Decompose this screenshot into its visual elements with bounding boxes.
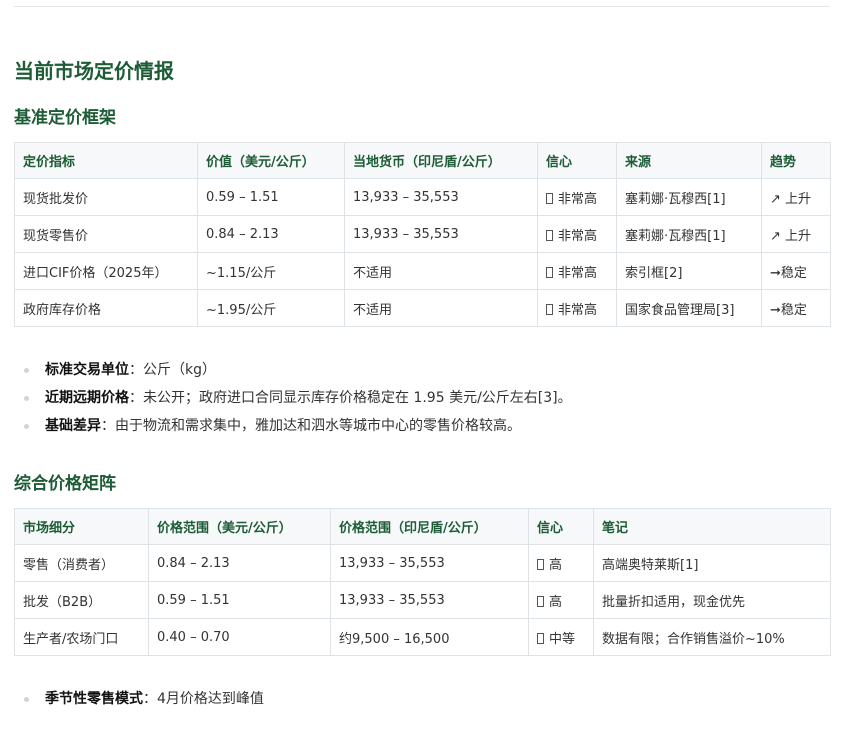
column-header: 信心 [537, 142, 617, 179]
cell-idr: 不适用 [344, 289, 538, 327]
cell-segment: 批发（B2B） [14, 581, 149, 619]
cell-note: 批量折扣适用，现金优先 [593, 581, 831, 619]
cell-source: 塞莉娜·瓦穆西[1] [616, 178, 762, 216]
placeholder-glyph-icon [546, 303, 553, 315]
cell-trend: ➞稳定 [761, 252, 831, 290]
bullet-dot [24, 424, 29, 429]
placeholder-glyph-icon [537, 632, 544, 644]
column-header: 信心 [528, 508, 594, 545]
column-header: 定价指标 [14, 142, 198, 179]
list-item-label: 标准交易单位 [45, 362, 129, 378]
cell-usd: 0.84 – 2.13 [197, 215, 345, 253]
table-row: 进口CIF价格（2025年） ~1.15/公斤 不适用 非常高 索引框[2] ➞… [14, 252, 831, 290]
list-item-label: 基础差异 [45, 418, 101, 434]
cell-note: 高端奥特莱斯[1] [593, 544, 831, 582]
list-item-label: 季节性零售模式 [45, 691, 143, 707]
cell-idr: 不适用 [344, 252, 538, 290]
confidence-text: 非常高 [558, 265, 598, 281]
placeholder-glyph-icon [537, 595, 544, 607]
cell-usd: 0.59 – 1.51 [148, 581, 331, 619]
cell-trend: ↗ 上升 [761, 178, 831, 216]
cell-usd: 0.40 – 0.70 [148, 618, 331, 656]
cell-metric: 进口CIF价格（2025年） [14, 252, 198, 290]
cell-confidence: 非常高 [537, 252, 617, 290]
cell-source: 国家食品管理局[3] [616, 289, 762, 327]
table-row: 零售（消费者） 0.84 – 2.13 13,933 – 35,553 高 高端… [14, 544, 831, 582]
cell-idr: 13,933 – 35,553 [330, 544, 529, 582]
list-item-text: ：未公开；政府进口合同显示库存价格稳定在 1.95 美元/公斤左右[3]。 [129, 390, 572, 406]
bullet-dot [24, 396, 29, 401]
confidence-text: 高 [549, 594, 563, 610]
section-heading-benchmark: 基准定价框架 [14, 108, 116, 128]
column-header: 价格范围（美元/公斤） [148, 508, 331, 545]
list-item: 基础差异：由于物流和需求集中，雅加达和泗水等城市中心的零售价格较高。 [14, 412, 830, 440]
table-header-row: 市场细分 价格范围（美元/公斤） 价格范围（印尼盾/公斤） 信心 笔记 [14, 508, 831, 545]
price-matrix-table: 市场细分 价格范围（美元/公斤） 价格范围（印尼盾/公斤） 信心 笔记 零售（消… [14, 508, 831, 656]
cell-usd: ~1.95/公斤 [197, 289, 345, 327]
cell-idr: 13,933 – 35,553 [344, 178, 538, 216]
table-row: 生产者/农场门口 0.40 – 0.70 约9,500 – 16,500 中等 … [14, 618, 831, 656]
cell-metric: 现货零售价 [14, 215, 198, 253]
table-row: 政府库存价格 ~1.95/公斤 不适用 非常高 国家食品管理局[3] ➞稳定 [14, 289, 831, 327]
list-item-text: ：4月价格达到峰值 [143, 691, 264, 707]
divider [14, 6, 830, 7]
column-header: 市场细分 [14, 508, 149, 545]
cell-idr: 约9,500 – 16,500 [330, 618, 529, 656]
table-row: 批发（B2B） 0.59 – 1.51 13,933 – 35,553 高 批量… [14, 581, 831, 619]
cell-confidence: 非常高 [537, 215, 617, 253]
column-header: 趋势 [761, 142, 831, 179]
list-item: 标准交易单位：公斤（kg） [14, 356, 830, 384]
placeholder-glyph-icon [537, 558, 544, 570]
cell-idr: 13,933 – 35,553 [330, 581, 529, 619]
cell-usd: 0.59 – 1.51 [197, 178, 345, 216]
cell-confidence: 高 [528, 544, 594, 582]
cell-source: 塞莉娜·瓦穆西[1] [616, 215, 762, 253]
cell-confidence: 非常高 [537, 289, 617, 327]
confidence-text: 非常高 [558, 228, 598, 244]
column-header: 来源 [616, 142, 762, 179]
table-row: 现货零售价 0.84 – 2.13 13,933 – 35,553 非常高 塞莉… [14, 215, 831, 253]
confidence-text: 非常高 [558, 191, 598, 207]
seasonal-notes-list: 季节性零售模式：4月价格达到峰值 [14, 685, 830, 713]
notes-list: 标准交易单位：公斤（kg） 近期远期价格：未公开；政府进口合同显示库存价格稳定在… [14, 356, 830, 440]
cell-usd: ~1.15/公斤 [197, 252, 345, 290]
cell-segment: 生产者/农场门口 [14, 618, 149, 656]
cell-usd: 0.84 – 2.13 [148, 544, 331, 582]
section-heading-matrix: 综合价格矩阵 [14, 474, 116, 494]
table-header-row: 定价指标 价值（美元/公斤） 当地货币（印尼盾/公斤） 信心 来源 趋势 [14, 142, 831, 179]
placeholder-glyph-icon [546, 229, 553, 241]
cell-idr: 13,933 – 35,553 [344, 215, 538, 253]
list-item-label: 近期远期价格 [45, 390, 129, 406]
bullet-dot [24, 368, 29, 373]
column-header: 价格范围（印尼盾/公斤） [330, 508, 529, 545]
confidence-text: 中等 [549, 631, 576, 647]
confidence-text: 高 [549, 557, 563, 573]
cell-confidence: 高 [528, 581, 594, 619]
cell-trend: ↗ 上升 [761, 215, 831, 253]
list-item: 季节性零售模式：4月价格达到峰值 [14, 685, 830, 713]
list-item-text: ：由于物流和需求集中，雅加达和泗水等城市中心的零售价格较高。 [101, 418, 521, 434]
cell-trend: ➞稳定 [761, 289, 831, 327]
cell-note: 数据有限；合作销售溢价~10% [593, 618, 831, 656]
bullet-dot [24, 697, 29, 702]
cell-metric: 现货批发价 [14, 178, 198, 216]
page: 当前市场定价情报 基准定价框架 定价指标 价值（美元/公斤） 当地货币（印尼盾/… [0, 0, 851, 739]
cell-source: 索引框[2] [616, 252, 762, 290]
list-item-text: ：公斤（kg） [129, 362, 216, 378]
list-item: 近期远期价格：未公开；政府进口合同显示库存价格稳定在 1.95 美元/公斤左右[… [14, 384, 830, 412]
cell-metric: 政府库存价格 [14, 289, 198, 327]
column-header: 当地货币（印尼盾/公斤） [344, 142, 538, 179]
cell-confidence: 中等 [528, 618, 594, 656]
table-row: 现货批发价 0.59 – 1.51 13,933 – 35,553 非常高 塞莉… [14, 178, 831, 216]
confidence-text: 非常高 [558, 302, 598, 318]
placeholder-glyph-icon [546, 192, 553, 204]
cell-segment: 零售（消费者） [14, 544, 149, 582]
column-header: 价值（美元/公斤） [197, 142, 345, 179]
benchmark-pricing-table: 定价指标 价值（美元/公斤） 当地货币（印尼盾/公斤） 信心 来源 趋势 现货批… [14, 142, 831, 327]
column-header: 笔记 [593, 508, 831, 545]
main-heading: 当前市场定价情报 [14, 59, 174, 83]
placeholder-glyph-icon [546, 266, 553, 278]
cell-confidence: 非常高 [537, 178, 617, 216]
